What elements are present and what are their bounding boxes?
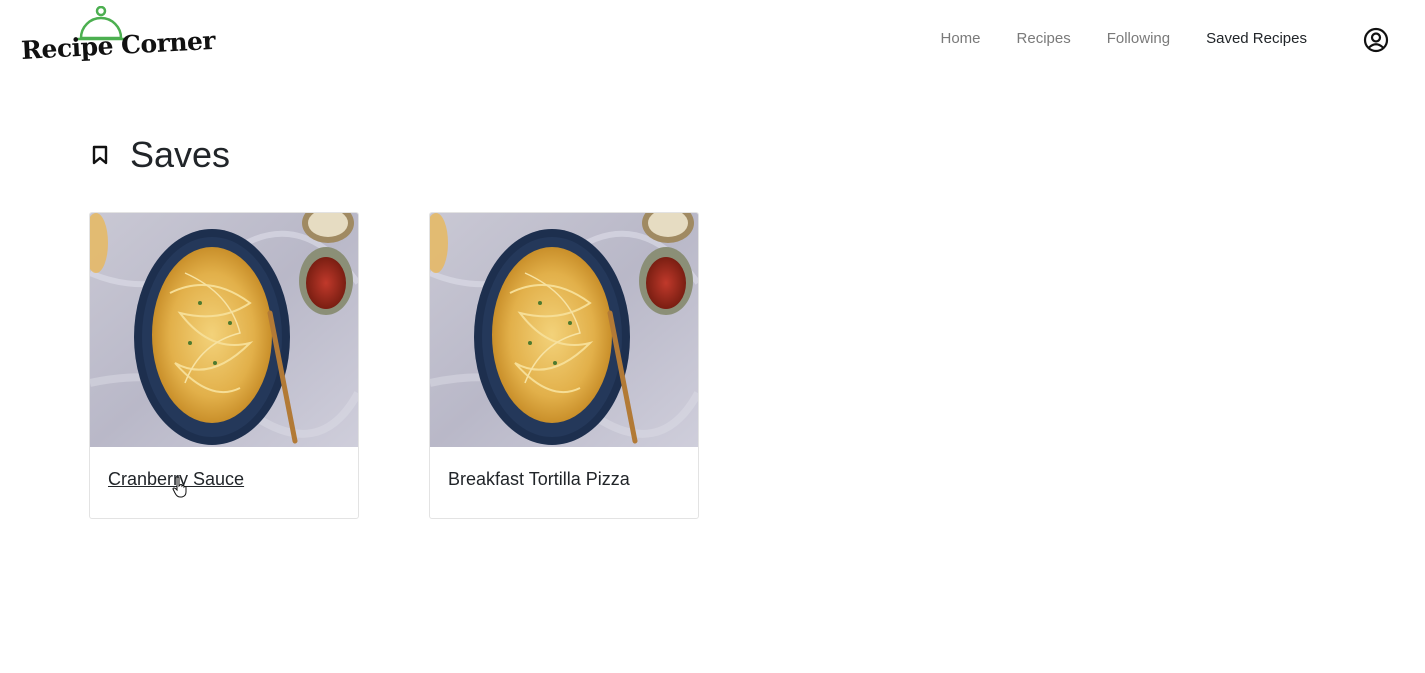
nav-home[interactable]: Home — [923, 28, 999, 49]
recipe-title[interactable]: Cranberry Sauce — [108, 469, 340, 490]
recipe-title[interactable]: Breakfast Tortilla Pizza — [448, 469, 680, 490]
brand-logo[interactable]: Recipe Corner — [20, 6, 216, 76]
recipe-image[interactable] — [90, 213, 358, 447]
recipe-card-body: Breakfast Tortilla Pizza — [430, 447, 698, 512]
nav-recipes[interactable]: Recipes — [999, 28, 1089, 49]
brand-name: Recipe Corner — [20, 25, 216, 66]
page-header: Saves — [89, 130, 230, 180]
recipe-image[interactable] — [430, 213, 698, 447]
recipe-card[interactable]: Cranberry Sauce — [89, 212, 359, 519]
recipe-card-body: Cranberry Sauce — [90, 447, 358, 512]
nav-saved-recipes[interactable]: Saved Recipes — [1188, 28, 1325, 49]
site-header: Recipe Corner Home Recipes Following Sav… — [0, 0, 1425, 90]
recipe-card[interactable]: Breakfast Tortilla Pizza — [429, 212, 699, 519]
bookmark-icon — [92, 145, 108, 165]
saved-recipes-grid: Cranberry Sauce Breakfast Tortilla Pizza — [89, 212, 699, 519]
page-title: Saves — [130, 134, 231, 175]
user-circle-icon[interactable] — [1363, 27, 1389, 53]
main-nav: Home Recipes Following Saved Recipes — [923, 28, 1326, 49]
nav-following[interactable]: Following — [1089, 28, 1188, 49]
